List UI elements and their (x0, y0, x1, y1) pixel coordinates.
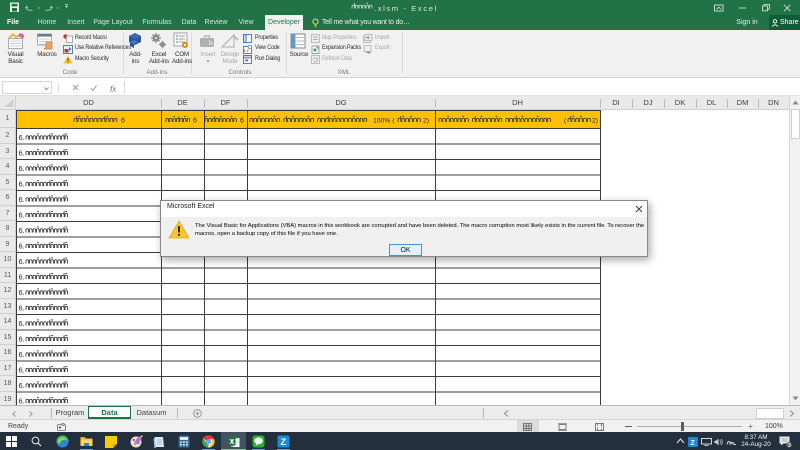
svg-text:100% (: 100% ( (373, 118, 395, 125)
svg-text:Z: Z (691, 440, 696, 447)
svg-text:6: 6 (240, 118, 244, 125)
svg-text:2): 2) (592, 118, 598, 125)
svg-text:.xlsm - Excel: .xlsm - Excel (374, 4, 438, 13)
svg-text:6: 6 (193, 118, 197, 125)
svg-text:fx: fx (110, 84, 116, 92)
svg-text:2): 2) (423, 118, 429, 125)
svg-text:Z: Z (281, 437, 287, 447)
svg-text:3: 3 (788, 443, 791, 448)
svg-text:6: 6 (121, 118, 125, 125)
